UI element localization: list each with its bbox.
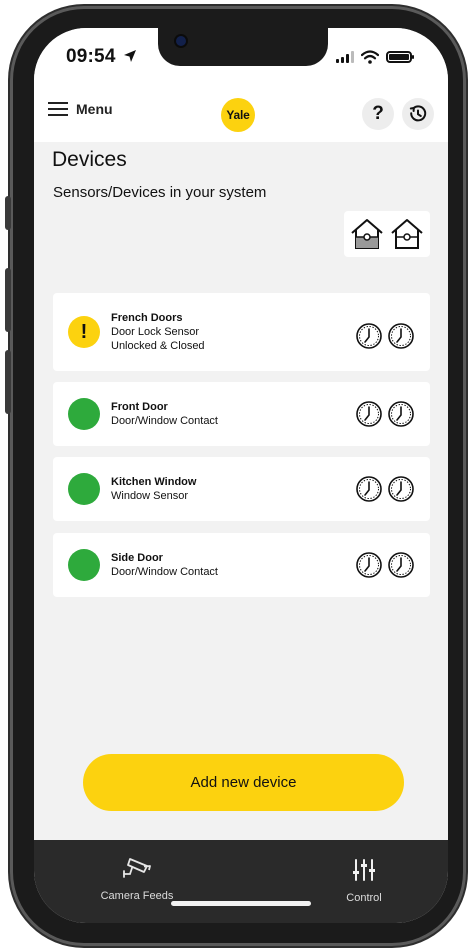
device-info: Front Door Door/Window Contact: [111, 401, 218, 428]
front-camera: [176, 36, 186, 46]
device-card-front-door[interactable]: Front Door Door/Window Contact: [53, 382, 430, 446]
help-button[interactable]: ?: [362, 98, 394, 130]
history-icon: [409, 105, 427, 122]
device-info: Kitchen Window Window Sensor: [111, 476, 196, 503]
ok-status-icon: [68, 473, 100, 505]
camera-icon: [123, 858, 151, 878]
stopwatch-icon: [388, 401, 414, 427]
side-button-mute: [5, 196, 11, 230]
logo-text: Yale: [226, 108, 250, 122]
phone-screen: 09:54 Menu Yale ? Devices Sensors/Device…: [34, 28, 448, 923]
stopwatch-icon: [388, 552, 414, 578]
nav-camera-feeds[interactable]: Camera Feeds: [82, 854, 192, 902]
menu-label: Menu: [76, 101, 113, 117]
home-indicator[interactable]: [171, 901, 311, 906]
device-card-kitchen-window[interactable]: Kitchen Window Window Sensor: [53, 457, 430, 521]
device-type: Door/Window Contact: [111, 415, 218, 427]
device-schedule-icons: [354, 399, 416, 429]
device-name: Front Door: [111, 401, 168, 413]
stopwatch-icon: [388, 323, 414, 349]
house-full-arm-icon: [351, 219, 383, 249]
sliders-icon: [353, 859, 375, 881]
device-info: French Doors Door Lock Sensor Unlocked &…: [111, 312, 205, 353]
nav-label: Control: [346, 892, 382, 904]
device-card-french-doors[interactable]: ! French Doors Door Lock Sensor Unlocked…: [53, 293, 430, 371]
nav-control[interactable]: Control: [314, 858, 414, 904]
arm-mode-toggle[interactable]: [344, 211, 430, 257]
yale-logo: Yale: [221, 98, 255, 132]
device-card-side-door[interactable]: Side Door Door/Window Contact: [53, 533, 430, 597]
device-type: Door/Window Contact: [111, 566, 218, 578]
device-name: Side Door: [111, 552, 163, 564]
page-title: Devices: [52, 148, 127, 171]
status-icons: [336, 50, 414, 64]
stopwatch-icon: [356, 476, 382, 502]
device-type: Window Sensor: [111, 490, 189, 502]
page-subtitle: Sensors/Devices in your system: [53, 184, 267, 201]
signal-icon: [336, 51, 354, 63]
device-name: French Doors: [111, 312, 183, 324]
ok-status-icon: [68, 398, 100, 430]
question-icon: ?: [372, 103, 384, 124]
nav-label: Camera Feeds: [100, 890, 174, 902]
camera-notch: [158, 28, 328, 66]
status-time: 09:54: [66, 46, 137, 68]
stopwatch-icon: [356, 323, 382, 349]
house-part-arm-icon: [391, 219, 423, 249]
wifi-icon: [361, 50, 379, 64]
battery-icon: [386, 51, 414, 63]
bottom-nav: Camera Feeds Control: [34, 840, 448, 923]
menu-button[interactable]: Menu: [48, 101, 113, 117]
device-name: Kitchen Window: [111, 476, 197, 488]
history-button[interactable]: [402, 98, 434, 130]
stopwatch-icon: [356, 401, 382, 427]
device-schedule-icons: [354, 550, 416, 580]
add-new-device-label: Add new device: [190, 774, 297, 791]
location-arrow-icon: [124, 50, 137, 62]
side-button-volume-down: [5, 350, 11, 414]
device-schedule-icons: [354, 321, 416, 351]
warning-status-icon: !: [68, 316, 100, 348]
devices-content: Devices Sensors/Devices in your system !: [34, 142, 448, 840]
device-type: Door Lock Sensor: [111, 326, 200, 338]
side-button-volume-up: [5, 268, 11, 332]
device-state: Unlocked & Closed: [111, 340, 205, 352]
device-info: Side Door Door/Window Contact: [111, 552, 218, 579]
stopwatch-icon: [388, 476, 414, 502]
stopwatch-icon: [356, 552, 382, 578]
app-header: Menu Yale ?: [34, 88, 448, 142]
ok-status-icon: [68, 549, 100, 581]
device-schedule-icons: [354, 474, 416, 504]
hamburger-icon: [48, 102, 68, 116]
add-new-device-button[interactable]: Add new device: [83, 754, 404, 811]
